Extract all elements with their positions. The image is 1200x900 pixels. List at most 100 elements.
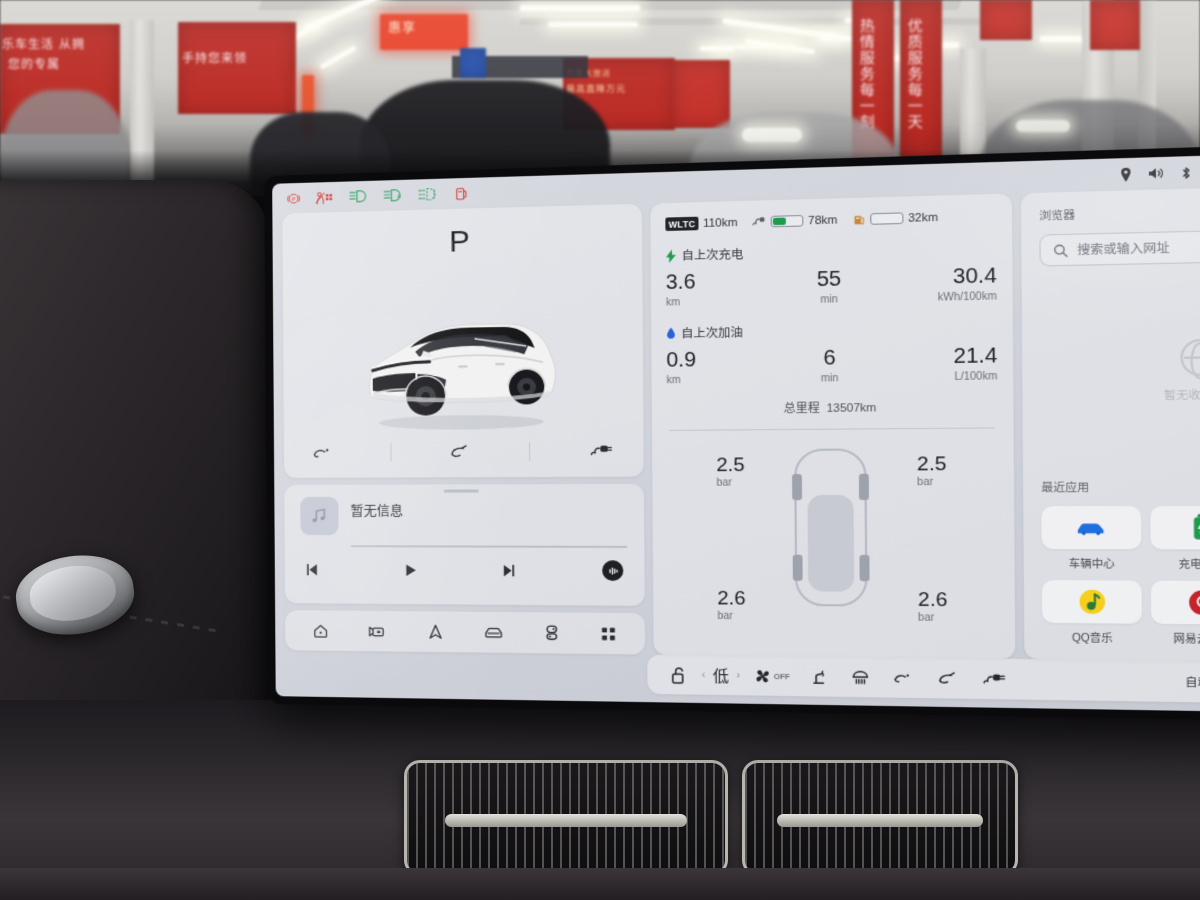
tire-front-left xyxy=(792,474,802,500)
fan-icon xyxy=(753,667,772,685)
charge-port-icon[interactable] xyxy=(589,443,614,460)
temperature-stepper[interactable]: ‹ 低 › xyxy=(697,664,744,687)
low-beam-indicator-icon xyxy=(349,189,369,204)
navigation-icon[interactable] xyxy=(427,624,443,640)
volume-icon[interactable] xyxy=(1148,167,1164,180)
media-card[interactable]: 暂无信息 xyxy=(284,484,645,606)
metric: 6 min xyxy=(775,346,886,385)
left-column: P 暂无信息 xyxy=(282,204,645,655)
photo-scene: 乐车生活 从拥 您的专属 手持您来领 优惠大放送 最高直降万元 热情服务每一刻 … xyxy=(0,0,1200,900)
battery-range: 78km xyxy=(753,214,838,229)
search-input[interactable]: 搜索或输入网址 xyxy=(1039,227,1200,267)
odometer: 总里程 13507km xyxy=(667,398,998,418)
play-icon[interactable] xyxy=(402,562,501,578)
temp-value: 低 xyxy=(713,664,729,686)
door-panel xyxy=(0,180,270,740)
vehicle-center-icon xyxy=(1041,506,1141,549)
tire-pressure-panel[interactable]: 2.5 bar 2.5 bar 2.6 bar 2.6 bar xyxy=(667,435,1000,648)
battery-gauge xyxy=(771,215,804,227)
climate-control-bar: ‹ 低 › OFF 自动灯光 xyxy=(647,655,1200,706)
droplet-icon xyxy=(666,327,676,340)
car-topview-outline xyxy=(794,448,867,606)
fuel-pump-icon xyxy=(853,213,866,226)
car-icon[interactable] xyxy=(484,625,504,641)
tailgate-icon[interactable] xyxy=(449,444,472,460)
air-vent-left[interactable] xyxy=(404,760,728,876)
fuel-cap-icon[interactable] xyxy=(881,669,925,685)
home-icon[interactable] xyxy=(313,623,330,638)
range-summary: WLTC 110km 78km 32km xyxy=(665,209,996,231)
tire-front-right xyxy=(859,474,869,500)
metric: 30.4 kWh/100km xyxy=(884,264,997,304)
qq-music-icon xyxy=(1042,580,1142,624)
battery-plug-icon xyxy=(753,216,767,228)
recent-apps-grid: 车辆中心 充电管理 应用中心 xyxy=(1041,506,1200,648)
fog-light-indicator-icon xyxy=(418,187,441,202)
seat-icon[interactable] xyxy=(544,625,560,642)
telltale-group: P A xyxy=(286,186,469,206)
album-art-placeholder xyxy=(300,497,338,535)
apps-grid-icon[interactable] xyxy=(600,626,616,642)
svg-text:P: P xyxy=(292,196,296,202)
fuel-cap-icon[interactable] xyxy=(312,445,334,461)
auto-highbeam-indicator-icon: A xyxy=(384,188,404,203)
browser-label: 浏览器 xyxy=(1039,199,1200,224)
tire-pressure-front-left: 2.5 bar xyxy=(716,455,745,488)
app-vehicle-center[interactable]: 车辆中心 xyxy=(1041,506,1142,571)
app-qq-music[interactable]: QQ音乐 xyxy=(1042,580,1143,645)
favorites-empty-state: 暂无收藏网页 xyxy=(1040,260,1200,480)
app-dock xyxy=(285,610,645,654)
charge-port-icon[interactable] xyxy=(970,671,1017,688)
gear-indicator: P xyxy=(282,222,642,261)
console-bottom-trim xyxy=(0,868,1200,900)
since-fuel-header: 自上次加油 xyxy=(666,320,997,342)
fuel-range: 32km xyxy=(853,211,938,226)
media-progress-bar[interactable] xyxy=(351,545,628,548)
fuel-gauge xyxy=(870,212,903,224)
fan-button[interactable]: OFF xyxy=(744,667,798,686)
prev-icon[interactable] xyxy=(305,562,403,578)
media-drag-handle[interactable] xyxy=(444,489,479,492)
netease-music-icon xyxy=(1151,581,1200,625)
search-icon xyxy=(1053,243,1068,257)
auto-lights-button[interactable]: 自动灯光 xyxy=(1185,673,1200,690)
tire-rear-left xyxy=(793,555,803,581)
metric: 21.4 L/100km xyxy=(885,344,998,384)
browser-card[interactable]: 浏览器 搜索或输入网址 暂无收藏网页 最近应用 车辆中心 充电管理 QQ音乐 网… xyxy=(1021,183,1200,663)
since-charge-metrics: 3.6 km 55 min 30.4 kWh/100km xyxy=(666,264,997,308)
next-icon[interactable] xyxy=(501,562,602,578)
media-title: 暂无信息 xyxy=(350,497,403,519)
since-charge-header: 自上次充电 xyxy=(666,240,997,264)
bolt-icon xyxy=(666,249,677,263)
vehicle-card[interactable]: P xyxy=(282,204,643,478)
dashcam-icon[interactable] xyxy=(369,623,388,638)
seatbelt-warning-indicator-icon xyxy=(315,189,335,205)
vehicle-render xyxy=(352,300,571,437)
middle-column: WLTC 110km 78km 32km 自上次充电 3.6 km 55 min… xyxy=(650,194,1015,659)
tire-pressure-rear-left: 2.6 bar xyxy=(717,589,746,622)
app-charge-management[interactable]: 充电管理 xyxy=(1151,506,1200,571)
app-netease-music[interactable]: 网易云音乐 xyxy=(1151,581,1200,647)
globe-icon xyxy=(1180,339,1200,376)
tailgate-icon[interactable] xyxy=(925,670,970,687)
temp-decrease-button[interactable]: ‹ xyxy=(702,669,706,680)
metric: 3.6 km xyxy=(666,269,774,309)
unlock-icon[interactable] xyxy=(660,666,697,684)
svg-text:A: A xyxy=(397,194,401,200)
right-column: 浏览器 搜索或输入网址 暂无收藏网页 最近应用 车辆中心 充电管理 QQ音乐 网… xyxy=(1021,183,1200,663)
air-vent-right[interactable] xyxy=(742,760,1018,876)
bluetooth-icon[interactable] xyxy=(1180,165,1192,179)
since-fuel-metrics: 0.9 km 6 min 21.4 L/100km xyxy=(666,344,997,386)
energy-card[interactable]: WLTC 110km 78km 32km 自上次充电 3.6 km 55 min… xyxy=(650,194,1015,659)
status-indicators: SOS 5G 17° 16:45 xyxy=(1120,160,1200,181)
infotainment-display[interactable]: P A P 暂无信息 WLTC 110km 78km 32km 自上次充电 3.… xyxy=(264,141,1200,723)
defrost-icon[interactable] xyxy=(839,668,881,686)
wltc-range: WLTC 110km xyxy=(665,216,737,231)
tire-pressure-rear-right: 2.6 bar xyxy=(918,590,948,624)
metric: 0.9 km xyxy=(666,348,775,387)
sound-effect-icon[interactable] xyxy=(602,560,623,581)
temp-increase-button[interactable]: › xyxy=(736,670,740,682)
vehicle-quick-actions xyxy=(284,441,644,461)
seat-heat-icon[interactable] xyxy=(799,667,840,685)
fuel-low-indicator-icon xyxy=(455,186,469,202)
